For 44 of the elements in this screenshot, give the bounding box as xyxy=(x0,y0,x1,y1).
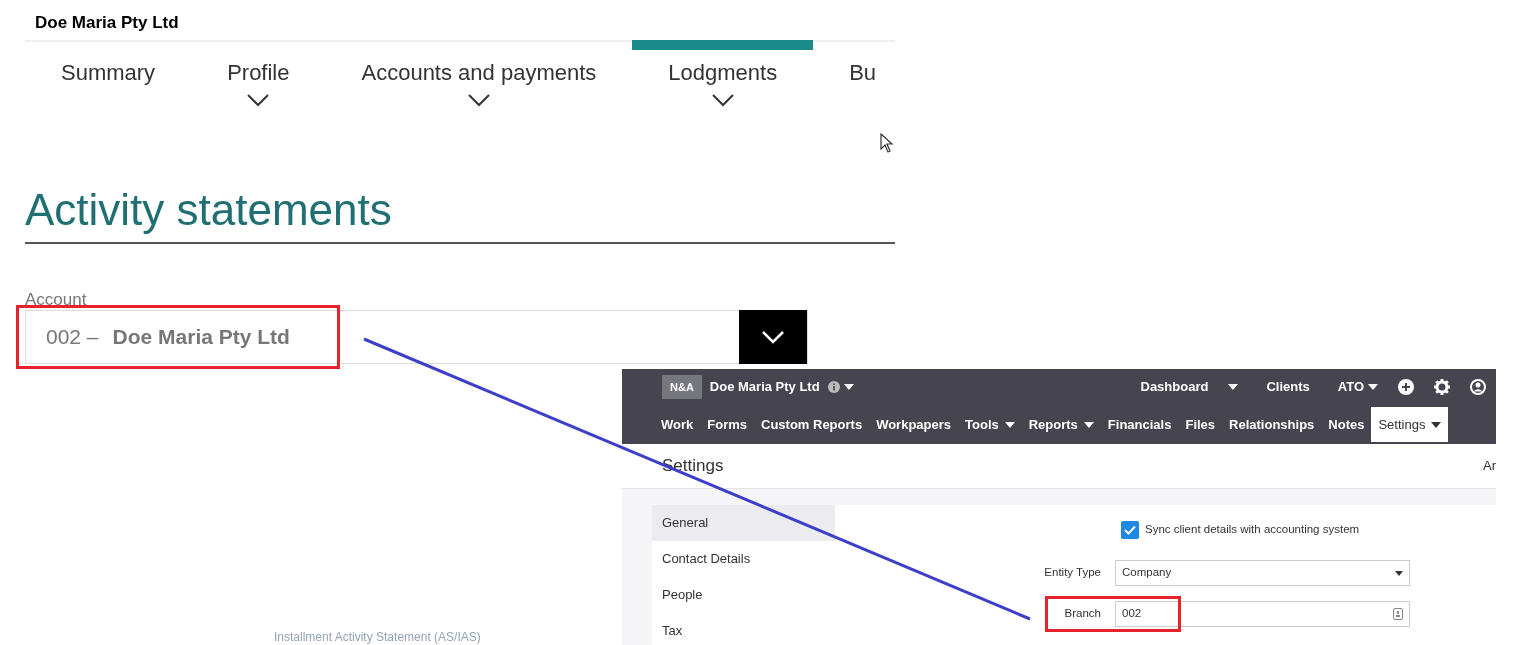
user-icon[interactable] xyxy=(1470,379,1486,395)
nav-tab[interactable]: Accounts and payments xyxy=(325,40,633,122)
nav-tab[interactable]: Notes xyxy=(1321,407,1372,442)
nav-tab[interactable]: Custom Reports xyxy=(754,407,870,442)
nav-tab[interactable]: Reports xyxy=(1021,407,1101,442)
nav-tab[interactable]: Bu xyxy=(813,40,913,122)
nav-tab[interactable]: Lodgments xyxy=(632,40,814,122)
page-title: Settings xyxy=(662,455,725,478)
nav-tab[interactable]: Profile xyxy=(191,40,326,122)
nav-tab[interactable]: Relationships xyxy=(1222,407,1322,442)
info-icon xyxy=(827,381,840,393)
field-label: Entity Type xyxy=(1044,565,1101,581)
settings-icon[interactable] xyxy=(1434,379,1450,395)
plus-icon[interactable] xyxy=(1398,379,1414,395)
nav-tab[interactable]: Tools xyxy=(958,407,1022,442)
field-label: Account xyxy=(25,290,88,310)
chevron-down-icon xyxy=(739,310,807,364)
nav-tab[interactable]: Summary xyxy=(25,40,192,122)
nav-tab[interactable]: Financials xyxy=(1100,407,1179,442)
nav-tab[interactable]: Files xyxy=(1178,407,1223,442)
caption-text: Installment Activity Statement (AS/IAS) xyxy=(274,630,481,644)
account-select[interactable]: 002 – Doe Maria Pty Ltd xyxy=(25,310,808,364)
header-text: Ar xyxy=(1483,457,1496,476)
nav-tab[interactable]: Workpapers xyxy=(869,407,959,442)
checkbox-label: Sync client details with accounting system xyxy=(1145,522,1360,538)
logo-badge: N&A xyxy=(662,374,702,400)
nav-tab[interactable]: Forms xyxy=(700,407,754,442)
contact-card-icon xyxy=(1393,608,1403,620)
entity-type-select[interactable]: Company xyxy=(1115,560,1410,586)
page-heading: Activity statements xyxy=(25,184,393,236)
sidebar-item[interactable]: General xyxy=(652,505,835,541)
nav-link[interactable]: Clients xyxy=(1266,377,1310,397)
nav-link[interactable]: ATO xyxy=(1337,377,1378,397)
nav-tab[interactable]: Work xyxy=(654,407,701,442)
checkbox[interactable] xyxy=(1121,521,1139,539)
nav-tab[interactable]: Settings xyxy=(1371,407,1449,442)
nav-link[interactable]: Dashboard xyxy=(1140,377,1239,397)
field-label: Branch xyxy=(1064,606,1101,622)
branch-field[interactable]: 002 xyxy=(1115,601,1410,627)
entity-name: Doe Maria Pty Ltd xyxy=(35,12,180,32)
client-name: Doe Maria Pty Ltd xyxy=(709,378,820,397)
cursor-icon xyxy=(880,133,894,153)
caret-down-icon xyxy=(843,384,854,390)
caret-down-icon xyxy=(1395,570,1403,576)
